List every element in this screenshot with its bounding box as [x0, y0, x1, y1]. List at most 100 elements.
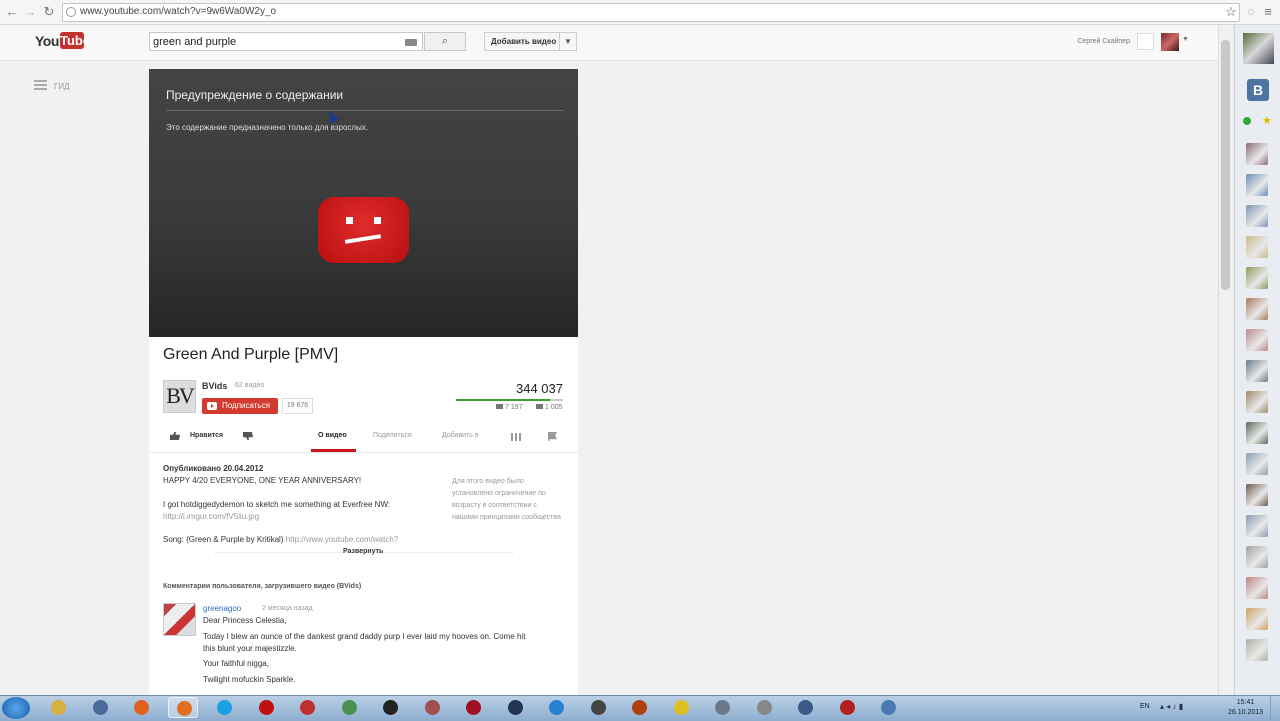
comment-author[interactable]: greenagoo	[203, 604, 241, 613]
taskbar-app-game-a[interactable]	[417, 697, 447, 718]
content-warning-text: Это содержание предназначено только для …	[166, 123, 369, 132]
favorites-star-icon[interactable]: ★	[1262, 114, 1272, 127]
comment-avatar[interactable]	[163, 603, 196, 636]
vk-profile-avatar[interactable]	[1243, 33, 1274, 64]
subscriber-count: 19 676	[282, 398, 313, 414]
account-name[interactable]: Сергей Скайпер	[1030, 38, 1130, 45]
taskbar-app-explorer[interactable]	[43, 697, 73, 718]
community-guidelines-link[interactable]: принципами сообщества	[480, 514, 561, 521]
taskbar-app-green-folder[interactable]	[334, 697, 364, 718]
reload-icon[interactable]: ↻	[41, 4, 57, 20]
game-a-icon	[424, 700, 440, 715]
taskbar-app-blue-app[interactable]	[541, 697, 571, 718]
tray-icons[interactable]: ▴ ◂ ♪ ▮	[1160, 702, 1183, 711]
vk-friend-avatar[interactable]	[1246, 422, 1268, 444]
yellow-circle-icon	[673, 700, 689, 715]
account-avatar[interactable]	[1161, 33, 1179, 51]
forward-icon[interactable]: →	[22, 4, 38, 20]
notifications-button[interactable]	[1137, 33, 1154, 50]
taskbar-app-red-circle[interactable]	[251, 697, 281, 718]
upload-button[interactable]: Добавить видео ▼	[484, 32, 577, 51]
scrollbar-thumb[interactable]	[1221, 40, 1230, 290]
sad-face-icon	[318, 197, 409, 263]
comment-time[interactable]: 2 месяца назад	[262, 605, 313, 612]
taskbar-app-vault[interactable]	[873, 697, 903, 718]
vk-friend-avatar[interactable]	[1246, 577, 1268, 599]
vk-friend-avatar[interactable]	[1246, 236, 1268, 258]
stats-icon[interactable]	[511, 433, 521, 441]
guide-label[interactable]: ГИД	[54, 82, 70, 91]
chevron-down-icon[interactable]: ▼	[564, 33, 572, 50]
dark-circle-icon	[383, 700, 398, 715]
subscribe-button[interactable]: Подписаться	[202, 398, 278, 414]
bookmark-star-icon[interactable]: ☆	[1223, 4, 1239, 20]
vk-friend-avatar[interactable]	[1246, 391, 1268, 413]
song-link[interactable]: http://www.youtube.com/watch?	[286, 535, 399, 544]
taskbar-app-gear[interactable]	[749, 697, 779, 718]
vk-friend-avatar[interactable]	[1246, 515, 1268, 537]
keyboard-language[interactable]: EN	[1140, 703, 1150, 710]
taskbar-app-star-wars[interactable]	[707, 697, 737, 718]
back-icon[interactable]: ←	[4, 4, 20, 20]
vk-friend-avatar[interactable]	[1246, 174, 1268, 196]
tab-share[interactable]: Поделиться	[373, 432, 412, 439]
dislike-count: 1 005	[536, 404, 563, 411]
guide-menu-icon[interactable]	[34, 80, 47, 82]
online-status-icon[interactable]	[1243, 117, 1251, 125]
vault-icon	[881, 700, 896, 715]
channel-video-count[interactable]: 62 видео	[235, 382, 264, 389]
taskbar-app-red-portrait[interactable]	[832, 697, 862, 718]
description-link[interactable]: http://i.imgur.com/fV5liu.jpg	[163, 512, 259, 521]
vk-friend-avatar[interactable]	[1246, 205, 1268, 227]
youtube-logo-tube[interactable]: Tube	[60, 32, 90, 49]
tab-add-to[interactable]: Добавить в	[442, 432, 479, 439]
vk-logo-icon[interactable]: B	[1247, 79, 1269, 101]
vk-friend-avatar[interactable]	[1246, 453, 1268, 475]
show-more-button[interactable]: Развернуть	[343, 548, 383, 555]
channel-avatar[interactable]: BV	[163, 380, 196, 413]
taskbar-app-bars[interactable]	[292, 697, 322, 718]
song-text: Song: (Green & Purple by Kritikal)	[163, 535, 284, 544]
mb-icon	[590, 700, 606, 715]
tab-about[interactable]: О видео	[318, 432, 347, 439]
youtube-logo-you[interactable]: You	[35, 33, 59, 49]
system-clock[interactable]: 15:41 26.10.2013	[1228, 698, 1263, 718]
skype-icon	[217, 700, 232, 715]
red-circle-icon	[258, 700, 274, 715]
taskbar-app-dark-circle[interactable]	[375, 697, 405, 718]
taskbar-app-firefox[interactable]	[126, 697, 156, 718]
upload-label: Добавить видео	[491, 37, 557, 46]
vk-friend-avatar[interactable]	[1246, 143, 1268, 165]
taskbar-app-portraits[interactable]	[790, 697, 820, 718]
start-button-icon[interactable]	[2, 697, 30, 719]
account-chevron-icon[interactable]: ▼	[1182, 36, 1189, 43]
vk-friend-avatar[interactable]	[1246, 329, 1268, 351]
taskbar-app-red-game[interactable]	[458, 697, 488, 718]
taskbar-app-media[interactable]	[85, 697, 115, 718]
vk-friend-avatar[interactable]	[1246, 608, 1268, 630]
like-button-label[interactable]: Нравится	[190, 432, 223, 439]
vk-friend-avatar[interactable]	[1246, 267, 1268, 289]
address-bar[interactable]: www.youtube.com/watch?v=9w6Wa0W2y_o	[62, 3, 1240, 22]
fighter-icon	[632, 700, 647, 715]
search-input[interactable]	[149, 32, 423, 51]
rating-bar	[456, 399, 563, 401]
vk-friend-avatar[interactable]	[1246, 360, 1268, 382]
channel-name[interactable]: BVids	[202, 381, 227, 391]
vk-friend-avatar[interactable]	[1246, 546, 1268, 568]
taskbar-app-yellow-circle[interactable]	[666, 697, 696, 718]
extension-icon[interactable]: ○	[1243, 4, 1259, 20]
taskbar-app-firefox-active[interactable]	[167, 697, 198, 718]
taskbar-app-fighter[interactable]	[624, 697, 654, 718]
vk-friend-avatar[interactable]	[1246, 639, 1268, 661]
keyboard-icon[interactable]	[405, 39, 417, 46]
taskbar-app-skype[interactable]	[209, 697, 239, 718]
show-desktop-button[interactable]	[1270, 696, 1280, 720]
search-button[interactable]: ⌕	[424, 32, 466, 51]
taskbar-app-mb[interactable]	[583, 697, 613, 718]
taskbar-app-fc3[interactable]	[500, 697, 530, 718]
firefox-active-icon	[176, 701, 192, 716]
vk-friend-avatar[interactable]	[1246, 298, 1268, 320]
menu-icon[interactable]: ≡	[1260, 4, 1276, 20]
vk-friend-avatar[interactable]	[1246, 484, 1268, 506]
